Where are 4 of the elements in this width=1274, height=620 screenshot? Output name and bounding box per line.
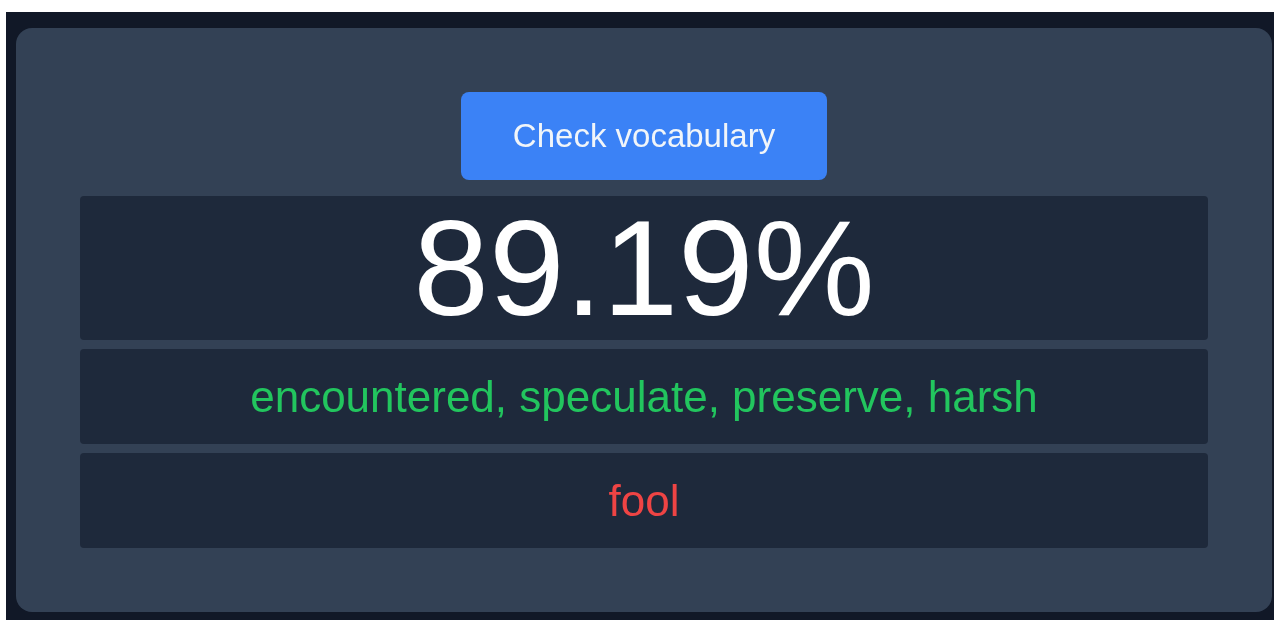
word-list: encountered, speculate, preserve, harsh	[250, 374, 1038, 419]
score-percentage: 89.19%	[413, 200, 875, 336]
word-list: fool	[608, 478, 680, 523]
check-vocabulary-button[interactable]: Check vocabulary	[461, 92, 827, 180]
